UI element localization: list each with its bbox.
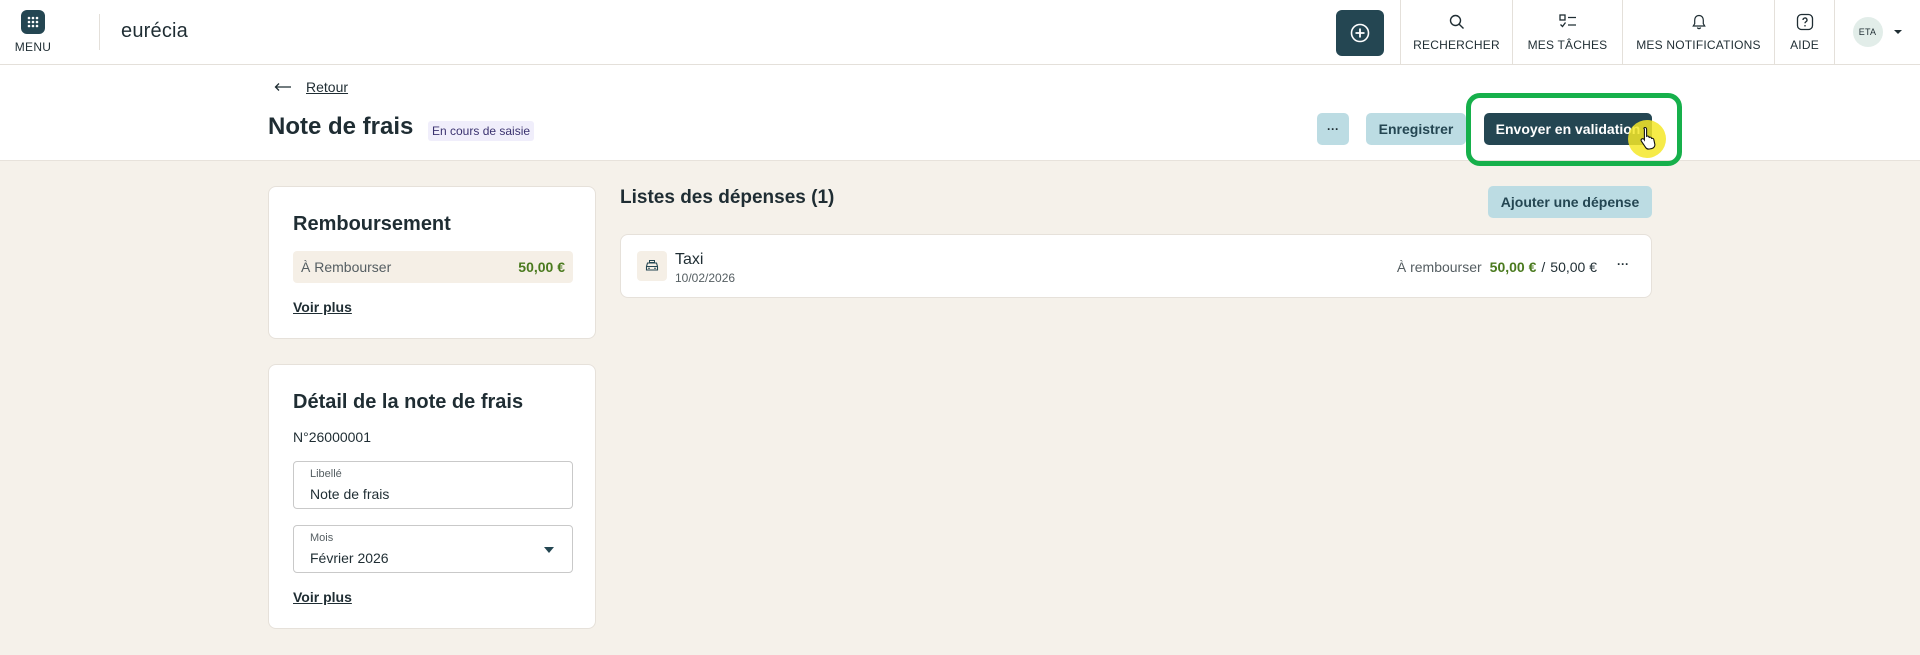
help-icon — [1796, 13, 1813, 31]
app-logo[interactable]: eurécia — [121, 20, 188, 43]
month-select[interactable]: Mois Février 2026 — [293, 525, 573, 573]
create-button[interactable] — [1336, 10, 1384, 56]
expense-date: 10/02/2026 — [675, 271, 736, 285]
page-title: Note de frais — [268, 113, 414, 140]
reimbursement-title: Remboursement — [293, 213, 451, 235]
menu-label: MENU — [14, 40, 52, 54]
month-select-label: Mois — [310, 532, 334, 544]
label-field-label: Libellé — [310, 468, 342, 480]
more-actions-button[interactable]: ··· — [1317, 113, 1349, 145]
expense-due-amount: 50,00 € — [1489, 259, 1537, 275]
nav-tasks-label: MES TÂCHES — [1527, 38, 1608, 52]
nav-notifications-label: MES NOTIFICATIONS — [1636, 38, 1761, 52]
expense-list-item[interactable]: Taxi 10/02/2026 À rembourser 50,00 € / 5… — [620, 234, 1652, 298]
back-label: Retour — [306, 79, 349, 95]
detail-card: Détail de la note de frais N°26000001 Li… — [268, 364, 596, 629]
arrow-left-icon — [274, 83, 291, 91]
avatar: ETA — [1852, 17, 1883, 47]
nav-help-label: AIDE — [1790, 38, 1819, 52]
chevron-down-icon — [544, 547, 554, 553]
add-expense-button[interactable]: Ajouter une dépense — [1488, 186, 1652, 218]
expense-total: 50,00 € — [1550, 259, 1597, 275]
top-navigation: MENU eurécia RECHERCHER MES TÂCHES MES N… — [0, 0, 1920, 65]
label-field-value: Note de frais — [310, 486, 390, 502]
detail-more-link[interactable]: Voir plus — [293, 589, 352, 605]
bell-icon — [1691, 14, 1706, 30]
nav-help[interactable]: AIDE — [1774, 0, 1834, 64]
nav-tasks[interactable]: MES TÂCHES — [1512, 0, 1622, 64]
user-menu[interactable]: ETA — [1834, 0, 1920, 64]
taxi-icon — [637, 251, 667, 281]
grid-icon — [21, 10, 45, 34]
nav-divider — [99, 14, 100, 50]
reimbursement-row: À Rembourser 50,00 € — [293, 251, 573, 283]
search-icon — [1449, 14, 1464, 29]
reimbursement-row-amount: 50,00 € — [518, 259, 565, 275]
save-button[interactable]: Enregistrer — [1366, 113, 1466, 145]
nav-notifications[interactable]: MES NOTIFICATIONS — [1622, 0, 1774, 64]
expense-separator: / — [1541, 259, 1546, 275]
plus-circle-icon — [1350, 23, 1370, 43]
reimbursement-card: Remboursement À Rembourser 50,00 € Voir … — [268, 186, 596, 339]
task-list-icon — [1558, 14, 1576, 28]
pointer-cursor-icon — [1640, 126, 1656, 150]
chevron-down-icon — [1893, 30, 1902, 34]
expense-more-button[interactable]: ··· — [1617, 257, 1629, 271]
reimbursement-row-label: À Rembourser — [301, 259, 392, 275]
expense-name: Taxi — [675, 251, 704, 268]
menu-button[interactable]: MENU — [0, 0, 66, 64]
detail-title: Détail de la note de frais — [293, 391, 524, 413]
expense-amounts: À rembourser 50,00 € / 50,00 € — [1397, 259, 1597, 275]
reimbursement-more-link[interactable]: Voir plus — [293, 299, 352, 315]
nav-search-label: RECHERCHER — [1413, 38, 1500, 52]
note-number: N°26000001 — [293, 429, 371, 445]
label-field[interactable]: Libellé Note de frais — [293, 461, 573, 509]
month-select-value: Février 2026 — [310, 550, 389, 566]
nav-search[interactable]: RECHERCHER — [1400, 0, 1512, 64]
back-link[interactable]: Retour — [274, 79, 348, 95]
expense-list-title: Listes des dépenses (1) — [620, 187, 835, 208]
expense-due-label: À rembourser — [1396, 259, 1482, 275]
status-badge: En cours de saisie — [428, 121, 535, 141]
